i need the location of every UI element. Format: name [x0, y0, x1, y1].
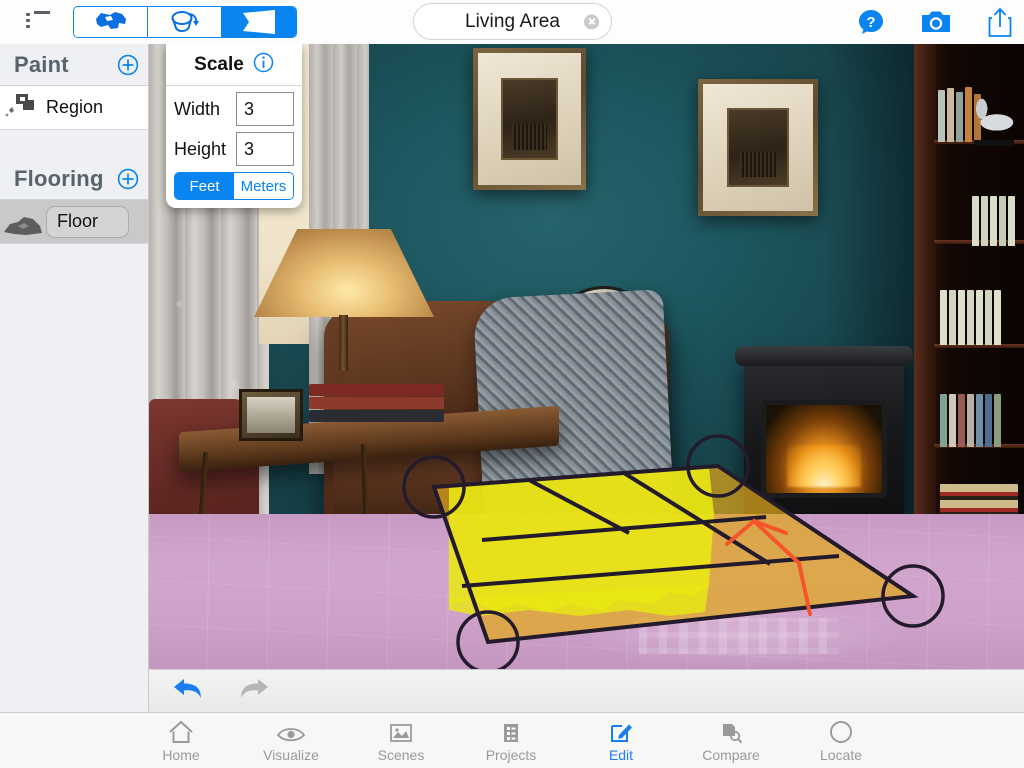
scale-popup-header: Scale: [166, 44, 302, 86]
tool-segmented-control: [73, 6, 297, 38]
scale-height-row: Height 3: [174, 132, 294, 166]
camera-button[interactable]: [920, 10, 952, 34]
tab-visualize[interactable]: Visualize: [236, 718, 346, 763]
plus-circle-icon: [117, 54, 139, 75]
unit-segmented-control: Feet Meters: [174, 172, 294, 200]
tab-locate[interactable]: Locate: [786, 718, 896, 763]
framed-art-left: [473, 48, 586, 190]
tab-projects[interactable]: Projects: [456, 718, 566, 763]
tab-label-visualize: Visualize: [263, 747, 319, 763]
bottom-tab-bar: Home Visualize Scenes Projects Edit Comp…: [0, 712, 1024, 768]
redo-arrow-icon: [241, 678, 268, 698]
scene-title-wrap: Living Area: [413, 3, 612, 40]
share-upload-icon: [988, 7, 1012, 37]
add-paint-button[interactable]: [117, 54, 139, 76]
tab-label-edit: Edit: [608, 747, 634, 763]
scale-popup-title: Scale: [194, 53, 244, 75]
top-actions: ?: [858, 0, 1012, 44]
scene-canvas[interactable]: Scale Width 3 Height 3 Feet Meters: [149, 44, 1024, 669]
scale-info-button[interactable]: [253, 52, 274, 78]
sidebar-item-floor[interactable]: Floor: [0, 200, 148, 244]
tab-edit[interactable]: Edit: [566, 718, 676, 763]
image-icon: [389, 718, 413, 744]
home-icon: [168, 718, 194, 744]
scale-height-label: Height: [174, 138, 227, 159]
clear-title-icon[interactable]: [584, 14, 599, 29]
scale-height-input[interactable]: 3: [236, 132, 294, 166]
small-photo-frame: [239, 389, 303, 441]
compare-icon: [719, 718, 743, 744]
plus-circle-icon: [117, 168, 139, 189]
info-circle-icon: [253, 52, 274, 72]
wood-stove: [735, 346, 913, 548]
tab-label-locate: Locate: [819, 747, 863, 763]
svg-text:?: ?: [866, 14, 875, 31]
undo-button[interactable]: [171, 675, 205, 708]
region-shape-icon: [95, 12, 126, 29]
region-shape-icon: [5, 93, 34, 116]
scale-width-value: 3: [244, 98, 255, 119]
scale-width-label: Width: [174, 98, 221, 119]
sidebar-spacer: [0, 130, 148, 158]
eye-icon: [276, 718, 306, 744]
scale-width-row: Width 3: [174, 92, 294, 126]
floor-shape-icon: [4, 216, 42, 235]
menu-list-icon[interactable]: [26, 11, 50, 33]
scale-height-value: 3: [244, 138, 255, 159]
tab-compare[interactable]: Compare: [676, 718, 786, 763]
unit-feet-button[interactable]: Feet: [175, 173, 234, 199]
tab-home[interactable]: Home: [126, 718, 236, 763]
compass-icon: [829, 718, 853, 744]
share-button[interactable]: [988, 7, 1012, 37]
tab-label-home: Home: [162, 747, 200, 763]
tool-paint-bucket-button[interactable]: [148, 7, 222, 37]
section-header-flooring: Flooring: [0, 158, 148, 200]
scale-popup: Scale Width 3 Height 3 Feet Meters: [166, 44, 302, 208]
unit-meters-button[interactable]: Meters: [234, 173, 293, 199]
section-title-flooring: Flooring: [14, 165, 104, 191]
help-button[interactable]: ?: [858, 9, 884, 35]
tab-label-projects: Projects: [485, 747, 537, 763]
top-toolbar: Living Area ?: [0, 0, 1024, 44]
scale-popup-body: Width 3 Height 3 Feet Meters: [166, 86, 302, 208]
add-flooring-button[interactable]: [117, 168, 139, 190]
undo-arrow-icon: [174, 678, 201, 698]
region-thumbnail: [2, 88, 46, 128]
section-header-paint: Paint: [0, 44, 148, 86]
section-title-paint: Paint: [14, 51, 69, 77]
sidebar-item-label-floor: Floor: [46, 205, 130, 238]
tool-region-button[interactable]: [74, 7, 148, 37]
help-question-icon: ?: [859, 10, 883, 34]
rug: [579, 604, 909, 669]
pencil-square-icon: [609, 718, 633, 744]
table-lamp: [254, 229, 434, 371]
tab-label-compare: Compare: [702, 747, 760, 763]
sidebar-item-region[interactable]: Region: [0, 86, 148, 130]
camera-icon: [922, 11, 950, 32]
list-doc-icon: [500, 718, 522, 744]
floor-thumbnail: [2, 202, 46, 242]
tool-perspective-button[interactable]: [222, 7, 296, 37]
paint-bucket-icon: [171, 11, 199, 32]
left-sidebar: Paint Region Flooring Floor: [0, 44, 149, 712]
sidebar-item-label-region: Region: [46, 97, 104, 117]
tab-scenes[interactable]: Scenes: [346, 718, 456, 763]
perspective-plane-icon: [243, 10, 275, 34]
undo-redo-bar: [149, 669, 1024, 712]
scene-title-field[interactable]: Living Area: [413, 3, 612, 40]
tab-label-scenes: Scenes: [377, 747, 425, 763]
app-root: Living Area ? Paint Region Flooring Floo…: [0, 0, 1024, 768]
framed-art-right: [698, 79, 818, 216]
redo-button[interactable]: [237, 675, 271, 708]
scale-width-input[interactable]: 3: [236, 92, 294, 126]
horse-sculpture: [966, 84, 1022, 146]
book-stack: [309, 384, 444, 428]
scene-title-text: Living Area: [464, 10, 561, 32]
